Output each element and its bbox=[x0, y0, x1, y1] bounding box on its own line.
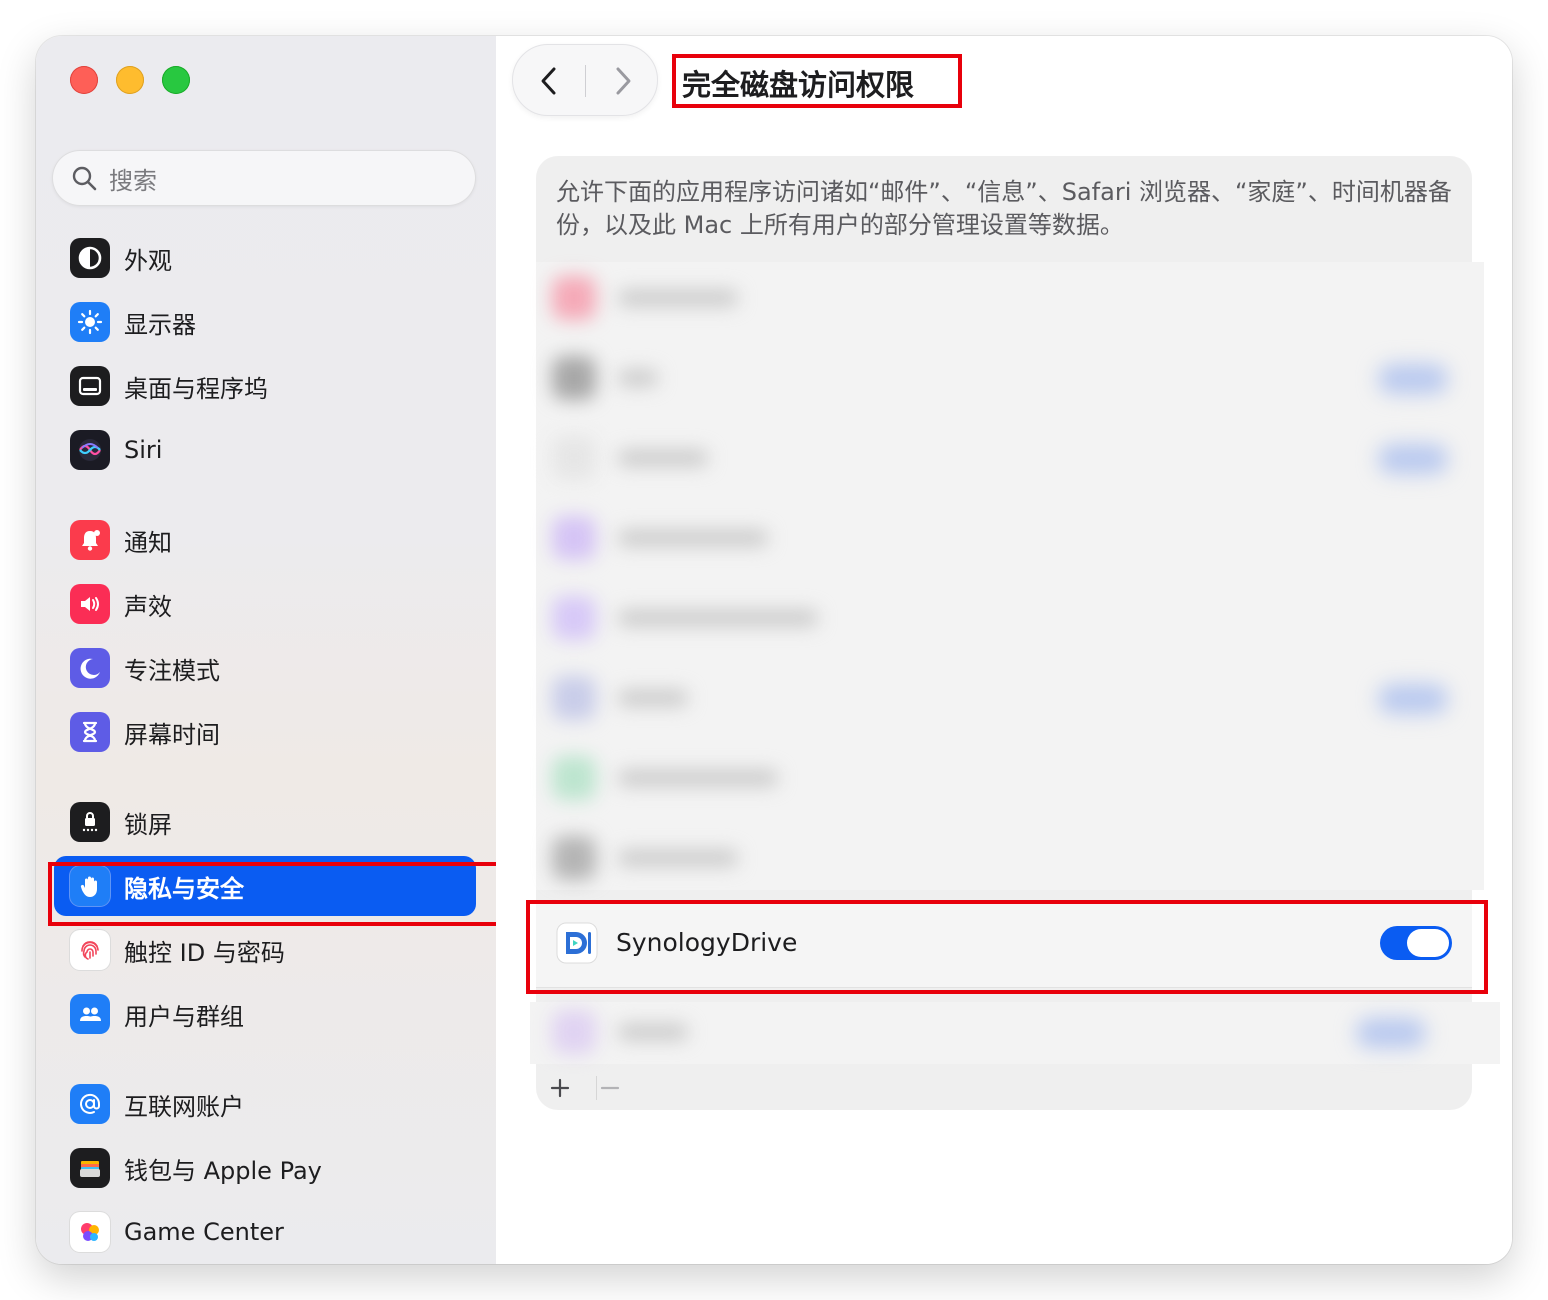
moon-icon bbox=[70, 648, 110, 688]
sidebar: 搜索 外观 显示器 桌面与程序坞 Siri 通知 声效 专注模式 屏幕时间 锁屏… bbox=[36, 36, 500, 1264]
sidebar-item-label: 声效 bbox=[124, 592, 172, 621]
panel-description: 允许下面的应用程序访问诸如“邮件”、“信息”、Safari 浏览器、“家庭”、时… bbox=[556, 178, 1452, 239]
sidebar-item-users-groups[interactable]: 用户与群组 bbox=[54, 984, 476, 1044]
remove-app-button[interactable] bbox=[592, 1070, 628, 1106]
sidebar-item-wallet[interactable]: 钱包与 Apple Pay bbox=[54, 1138, 476, 1198]
sidebar-item-label: 锁屏 bbox=[124, 810, 172, 839]
chevron-right-icon bbox=[616, 67, 631, 95]
sidebar-item-focus[interactable]: 专注模式 bbox=[54, 638, 476, 698]
sidebar-item-lock-screen[interactable]: 锁屏 bbox=[54, 792, 476, 852]
sidebar-item-label: Siri bbox=[124, 436, 163, 464]
sidebar-item-screen-time[interactable]: 屏幕时间 bbox=[54, 702, 476, 762]
siri-icon bbox=[70, 430, 110, 470]
speaker-icon bbox=[70, 584, 110, 624]
sidebar-item-desktop-dock[interactable]: 桌面与程序坞 bbox=[54, 356, 476, 416]
add-app-button[interactable] bbox=[542, 1070, 578, 1106]
search-field[interactable]: 搜索 bbox=[52, 150, 476, 206]
sidebar-item-appearance[interactable]: 外观 bbox=[54, 228, 476, 288]
sidebar-item-label: Game Center bbox=[124, 1218, 284, 1246]
settings-window: 搜索 外观 显示器 桌面与程序坞 Siri 通知 声效 专注模式 屏幕时间 锁屏… bbox=[36, 36, 1512, 1264]
zoom-button[interactable] bbox=[162, 66, 190, 94]
nav-divider bbox=[585, 65, 586, 97]
at-sign-icon bbox=[70, 1084, 110, 1124]
minimize-button[interactable] bbox=[116, 66, 144, 94]
list-item bbox=[546, 268, 1466, 328]
sidebar-item-sound[interactable]: 声效 bbox=[54, 574, 476, 634]
sidebar-item-label: 互联网账户 bbox=[124, 1092, 244, 1121]
sidebar-item-label: 通知 bbox=[124, 528, 172, 557]
sidebar-item-label: 用户与群组 bbox=[124, 1002, 244, 1031]
sidebar-item-notifications[interactable]: 通知 bbox=[54, 510, 476, 570]
list-item bbox=[546, 1002, 1466, 1062]
list-item bbox=[546, 348, 1466, 408]
blurred-app-row bbox=[530, 1002, 1500, 1064]
minus-icon bbox=[600, 1086, 620, 1090]
main-content: 完全磁盘访问权限 允许下面的应用程序访问诸如“邮件”、“信息”、Safari 浏… bbox=[496, 36, 1512, 1264]
highlight-box-synologydrive bbox=[526, 900, 1488, 994]
sidebar-item-game-center[interactable]: Game Center bbox=[54, 1202, 476, 1262]
plus-icon bbox=[550, 1078, 570, 1098]
forward-button[interactable] bbox=[587, 45, 659, 117]
search-placeholder: 搜索 bbox=[109, 166, 157, 195]
users-icon bbox=[70, 994, 110, 1034]
sidebar-item-label: 触控 ID 与密码 bbox=[124, 938, 285, 967]
blurred-app-list bbox=[536, 262, 1484, 890]
navigation-buttons bbox=[512, 44, 658, 116]
chevron-left-icon bbox=[541, 67, 556, 95]
sidebar-item-label: 外观 bbox=[124, 246, 172, 275]
sidebar-item-label: 显示器 bbox=[124, 310, 196, 339]
hourglass-icon bbox=[70, 712, 110, 752]
close-button[interactable] bbox=[70, 66, 98, 94]
list-item bbox=[546, 668, 1466, 728]
desktop-dock-icon bbox=[70, 366, 110, 406]
list-item bbox=[546, 748, 1466, 808]
panel-footer bbox=[536, 1068, 1472, 1110]
fingerprint-icon bbox=[70, 930, 110, 970]
list-item bbox=[546, 428, 1466, 488]
list-item bbox=[546, 828, 1466, 888]
sidebar-item-siri[interactable]: Siri bbox=[54, 420, 476, 480]
list-item bbox=[546, 508, 1466, 568]
sidebar-item-label: 桌面与程序坞 bbox=[124, 374, 268, 403]
notification-bell-icon bbox=[70, 520, 110, 560]
display-sun-icon bbox=[70, 302, 110, 342]
game-center-icon bbox=[70, 1212, 110, 1252]
lock-screen-icon bbox=[70, 802, 110, 842]
sidebar-item-internet-accounts[interactable]: 互联网账户 bbox=[54, 1074, 476, 1134]
sidebar-item-touch-id[interactable]: 触控 ID 与密码 bbox=[54, 920, 476, 980]
highlight-box-title bbox=[672, 54, 962, 108]
back-button[interactable] bbox=[513, 45, 585, 117]
sidebar-item-label: 钱包与 Apple Pay bbox=[124, 1156, 322, 1185]
sidebar-item-label: 专注模式 bbox=[124, 656, 220, 685]
sidebar-item-label: 屏幕时间 bbox=[124, 720, 220, 749]
search-icon bbox=[72, 166, 97, 191]
wallet-icon bbox=[70, 1148, 110, 1188]
highlight-box-privacy bbox=[48, 862, 500, 926]
window-controls bbox=[70, 66, 190, 94]
sidebar-item-displays[interactable]: 显示器 bbox=[54, 292, 476, 352]
list-item bbox=[546, 588, 1466, 648]
appearance-icon bbox=[70, 238, 110, 278]
